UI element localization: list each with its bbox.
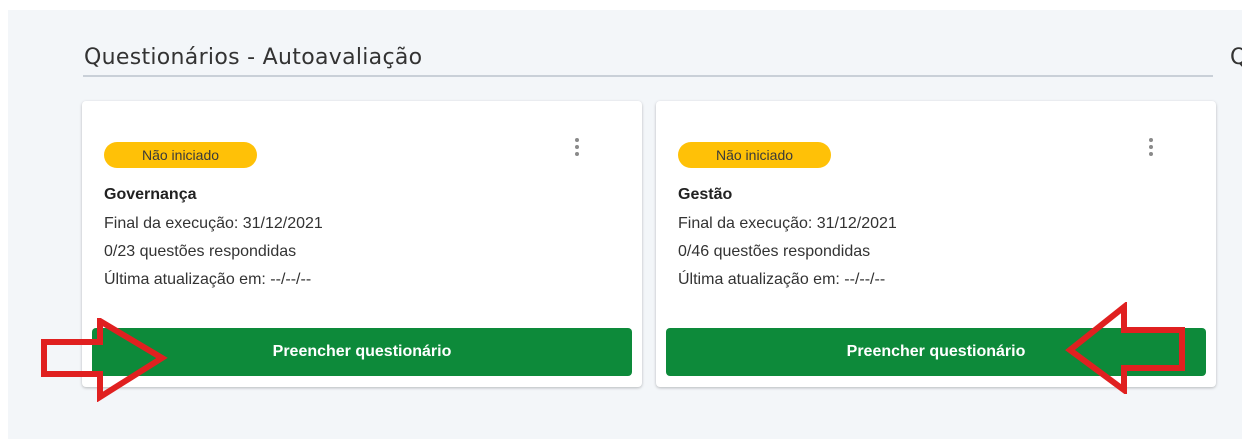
- section-divider: [83, 75, 1213, 77]
- last-updated-text: Última atualização em: --/--/--: [678, 271, 886, 288]
- card-title: Governança: [104, 186, 197, 203]
- last-updated-text: Última atualização em: --/--/--: [104, 271, 312, 288]
- section-title: Questionários - Autoavaliação: [84, 45, 423, 70]
- more-vertical-icon[interactable]: [570, 135, 584, 159]
- fill-questionnaire-button[interactable]: Preencher questionário: [92, 328, 632, 376]
- questionnaire-card-governanca: Não iniciado Governança Final da execuçã…: [82, 101, 642, 387]
- more-vertical-icon[interactable]: [1144, 135, 1158, 159]
- progress-text: 0/23 questões respondidas: [104, 243, 297, 260]
- status-badge: Não iniciado: [104, 142, 257, 168]
- fill-questionnaire-button[interactable]: Preencher questionário: [666, 328, 1206, 376]
- deadline-text: Final da execução: 31/12/2021: [678, 215, 897, 232]
- status-badge: Não iniciado: [678, 142, 831, 168]
- questionnaire-card-gestao: Não iniciado Gestão Final da execução: 3…: [656, 101, 1216, 387]
- progress-text: 0/46 questões respondidas: [678, 243, 871, 260]
- deadline-text: Final da execução: 31/12/2021: [104, 215, 323, 232]
- next-section-title: Q: [1230, 45, 1242, 70]
- card-title: Gestão: [678, 186, 733, 203]
